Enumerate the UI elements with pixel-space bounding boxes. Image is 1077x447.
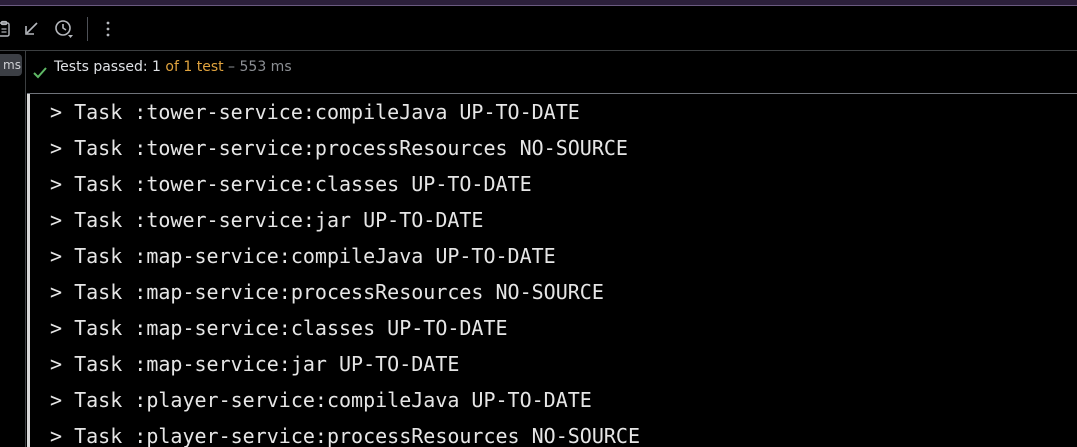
status-prefix: Tests passed: <box>54 59 153 75</box>
console-line: > Task :map-service:compileJava UP-TO-DA… <box>50 244 556 268</box>
status-duration: – 553 ms <box>223 59 292 75</box>
console-line: > Task :tower-service:compileJava UP-TO-… <box>50 100 580 124</box>
test-tree-panel <box>0 51 26 447</box>
console-line: > Task :tower-service:classes UP-TO-DATE <box>50 172 532 196</box>
clipboard-icon[interactable] <box>0 19 14 39</box>
console-line: > Task :map-service:classes UP-TO-DATE <box>50 316 508 340</box>
check-icon <box>32 60 48 79</box>
duration-chip[interactable]: ms <box>0 54 22 76</box>
test-status-text: Tests passed: 1 of 1 test – 553 ms <box>54 51 292 83</box>
console-line: > Task :map-service:jar UP-TO-DATE <box>50 352 460 376</box>
test-status-bar: Tests passed: 1 of 1 test – 553 ms <box>27 51 1077 94</box>
window-top-border <box>0 0 1077 6</box>
console-line: > Task :map-service:processResources NO-… <box>50 280 604 304</box>
console-gutter <box>27 94 30 447</box>
history-icon[interactable] <box>54 19 74 39</box>
collapse-arrow-icon[interactable] <box>21 19 41 39</box>
console-line: > Task :tower-service:jar UP-TO-DATE <box>50 208 484 232</box>
status-passed-count: 1 <box>152 59 161 75</box>
test-runner-toolbar <box>0 7 1077 51</box>
toolbar-separator <box>87 17 88 41</box>
more-options-icon[interactable] <box>98 19 118 39</box>
console-line: > Task :player-service:compileJava UP-TO… <box>50 388 592 412</box>
console-output[interactable]: > Task :tower-service:compileJava UP-TO-… <box>27 94 1077 447</box>
console-line: > Task :player-service:processResources … <box>50 424 641 447</box>
console-line: > Task :tower-service:processResources N… <box>50 136 628 160</box>
status-total: of 1 test <box>160 59 224 75</box>
